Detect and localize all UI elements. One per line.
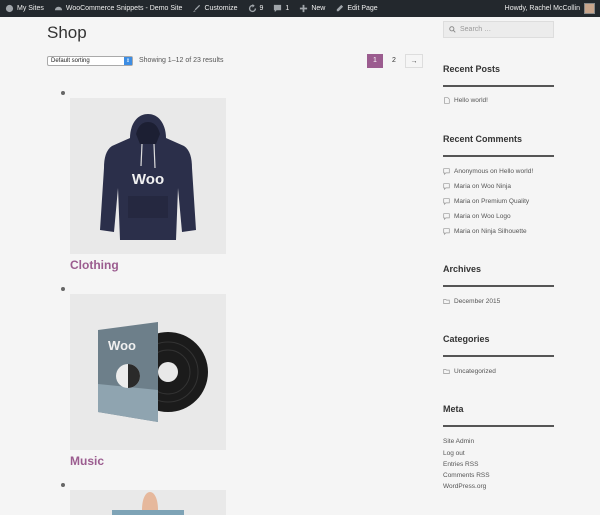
sites-icon bbox=[5, 4, 14, 13]
folder-icon bbox=[443, 369, 450, 374]
archive-item[interactable]: December 2015 bbox=[443, 298, 500, 305]
list-bullet bbox=[61, 483, 65, 487]
my-sites-label: My Sites bbox=[17, 5, 44, 12]
meta-wordpress-link[interactable]: WordPress.org bbox=[443, 483, 486, 490]
folder-icon bbox=[443, 299, 450, 304]
document-icon bbox=[444, 97, 450, 104]
customize-label: Customize bbox=[204, 5, 238, 12]
dashboard-icon bbox=[54, 6, 62, 11]
divider bbox=[443, 285, 554, 287]
meta-entries-rss-link[interactable]: Entries RSS bbox=[443, 461, 478, 468]
divider bbox=[443, 425, 554, 427]
next-page-link[interactable]: → bbox=[405, 54, 423, 68]
product-image-clothing[interactable]: Woo bbox=[70, 98, 226, 254]
recent-comment-item[interactable]: Maria on Woo Ninja bbox=[443, 183, 511, 190]
sorting-select[interactable]: Default sorting ⇕ bbox=[47, 56, 133, 66]
customize-link[interactable]: Customize bbox=[187, 0, 242, 17]
meta-logout-link[interactable]: Log out bbox=[443, 450, 465, 457]
poster-image bbox=[112, 492, 184, 515]
new-label: New bbox=[311, 5, 326, 12]
recent-comment-item[interactable]: Anonymous on Hello world! bbox=[443, 168, 533, 175]
edit-page-link[interactable]: Edit Page bbox=[330, 0, 382, 17]
avatar bbox=[584, 3, 595, 14]
edit-page-label: Edit Page bbox=[347, 5, 378, 12]
list-bullet bbox=[61, 91, 65, 95]
category-link[interactable]: Uncategorized bbox=[454, 368, 496, 375]
recent-comments-title: Recent Comments bbox=[443, 134, 523, 144]
comment-icon bbox=[443, 168, 450, 175]
comment-link[interactable]: Maria on Premium Quality bbox=[454, 198, 529, 205]
comment-icon bbox=[443, 198, 450, 205]
updates-count: 9 bbox=[259, 5, 264, 12]
pencil-icon bbox=[337, 4, 344, 12]
svg-text:Woo: Woo bbox=[108, 338, 136, 353]
comments-link[interactable]: 1 bbox=[268, 0, 294, 17]
album-image: Woo bbox=[98, 322, 208, 422]
product-title-music[interactable]: Music bbox=[70, 454, 104, 468]
svg-text:Woo: Woo bbox=[132, 171, 164, 188]
divider bbox=[443, 155, 554, 157]
category-item[interactable]: Uncategorized bbox=[443, 368, 496, 375]
comment-link[interactable]: Maria on Woo Logo bbox=[454, 213, 511, 220]
account-menu[interactable]: Howdy, Rachel McCollin bbox=[500, 0, 600, 17]
archives-title: Archives bbox=[443, 264, 482, 274]
comment-link[interactable]: Maria on Ninja Silhouette bbox=[454, 228, 527, 235]
search-icon bbox=[449, 26, 456, 33]
comment-link[interactable]: Maria on Woo Ninja bbox=[454, 183, 511, 190]
page-2-link[interactable]: 2 bbox=[386, 54, 402, 68]
product-image-music[interactable]: Woo bbox=[70, 294, 226, 450]
search-input[interactable]: Search … bbox=[443, 21, 554, 38]
product-image-partial[interactable] bbox=[70, 490, 226, 515]
divider bbox=[443, 85, 554, 87]
meta-title: Meta bbox=[443, 404, 464, 414]
recent-posts-title: Recent Posts bbox=[443, 64, 501, 74]
comment-icon bbox=[443, 213, 450, 220]
pagination: 1 2 → bbox=[367, 54, 426, 68]
site-name-label: WooCommerce Snippets - Demo Site bbox=[65, 5, 183, 12]
comment-icon bbox=[443, 228, 450, 235]
updates-icon bbox=[248, 4, 256, 13]
page-1-link[interactable]: 1 bbox=[367, 54, 383, 68]
admin-bar: My Sites WooCommerce Snippets - Demo Sit… bbox=[0, 0, 600, 17]
plus-icon bbox=[300, 4, 308, 13]
recent-post-item[interactable]: Hello world! bbox=[443, 97, 488, 104]
recent-comment-item[interactable]: Maria on Woo Logo bbox=[443, 213, 511, 220]
recent-post-link[interactable]: Hello world! bbox=[454, 97, 488, 104]
divider bbox=[443, 355, 554, 357]
meta-comments-rss-link[interactable]: Comments RSS bbox=[443, 472, 490, 479]
result-count: Showing 1–12 of 23 results bbox=[139, 57, 224, 64]
brush-icon bbox=[193, 4, 201, 13]
howdy-label: Howdy, Rachel McCollin bbox=[504, 5, 580, 12]
comments-count: 1 bbox=[285, 5, 290, 12]
meta-site-admin-link[interactable]: Site Admin bbox=[443, 438, 474, 445]
select-arrow-icon: ⇕ bbox=[124, 57, 132, 65]
page-title: Shop bbox=[47, 23, 87, 42]
recent-comment-item[interactable]: Maria on Premium Quality bbox=[443, 198, 529, 205]
product-title-clothing[interactable]: Clothing bbox=[70, 258, 119, 272]
recent-comment-item[interactable]: Maria on Ninja Silhouette bbox=[443, 228, 527, 235]
list-bullet bbox=[61, 287, 65, 291]
comment-icon bbox=[443, 183, 450, 190]
search-placeholder: Search … bbox=[460, 26, 492, 33]
my-sites-menu[interactable]: My Sites bbox=[0, 0, 49, 17]
comment-icon bbox=[274, 4, 282, 13]
sorting-value: Default sorting bbox=[51, 58, 90, 64]
site-name-menu[interactable]: WooCommerce Snippets - Demo Site bbox=[49, 0, 188, 17]
new-content-menu[interactable]: New bbox=[294, 0, 330, 17]
archive-link[interactable]: December 2015 bbox=[454, 298, 500, 305]
categories-title: Categories bbox=[443, 334, 490, 344]
updates-link[interactable]: 9 bbox=[243, 0, 269, 17]
hoodie-image: Woo bbox=[100, 114, 196, 240]
comment-link[interactable]: Anonymous on Hello world! bbox=[454, 168, 533, 175]
